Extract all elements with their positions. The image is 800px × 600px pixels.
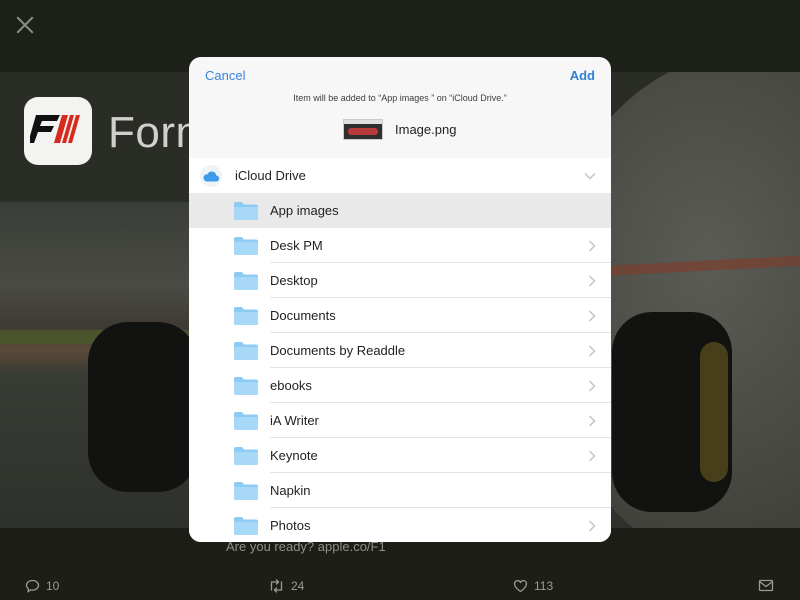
folder-icon: [234, 517, 258, 535]
folder-label: Documents: [270, 308, 336, 323]
folder-icon: [234, 482, 258, 500]
folder-label: Napkin: [270, 483, 311, 498]
cancel-button[interactable]: Cancel: [205, 68, 245, 83]
folder-row-desktop[interactable]: Desktop: [189, 263, 611, 298]
folder-label: Desk PM: [270, 238, 323, 253]
folder-row-documents[interactable]: Documents: [189, 298, 611, 333]
direct-message-button[interactable]: [758, 579, 780, 592]
folder-label: Photos: [270, 518, 311, 533]
reply-count: 10: [46, 579, 60, 593]
chevron-right-icon: [588, 345, 596, 357]
folder-label: Keynote: [270, 448, 318, 463]
folder-label: Documents by Readdle: [270, 343, 406, 358]
folder-icon: [234, 202, 258, 220]
folder-row-photos[interactable]: Photos: [189, 508, 611, 542]
folder-label: App images: [270, 203, 339, 218]
chevron-down-icon: [584, 172, 596, 180]
chevron-right-icon: [588, 240, 596, 252]
add-to-icloud-sheet: Cancel Add Item will be added to “App im…: [189, 57, 611, 542]
folder-icon: [234, 237, 258, 255]
chevron-right-icon: [588, 380, 596, 392]
retweet-icon: [270, 579, 283, 593]
folder-icon: [234, 447, 258, 465]
chevron-right-icon: [588, 310, 596, 322]
folder-icon: [234, 342, 258, 360]
image-thumbnail: [343, 119, 383, 140]
folder-icon: [234, 272, 258, 290]
close-icon[interactable]: [14, 14, 36, 36]
like-button[interactable]: 113: [513, 579, 553, 593]
reply-icon: [25, 579, 40, 593]
file-preview: Image.png: [343, 119, 456, 140]
chevron-right-icon: [588, 450, 596, 462]
reply-button[interactable]: 10: [25, 579, 59, 593]
mail-icon: [758, 579, 774, 592]
folder-row-keynote[interactable]: Keynote: [189, 438, 611, 473]
chevron-right-icon: [588, 520, 596, 532]
folder-icon: [234, 377, 258, 395]
icloud-drive-row[interactable]: iCloud Drive: [189, 158, 611, 193]
chevron-right-icon: [588, 275, 596, 287]
folder-row-ia-writer[interactable]: iA Writer: [189, 403, 611, 438]
chevron-right-icon: [588, 415, 596, 427]
destination-message: Item will be added to “App images ” on “…: [293, 93, 507, 103]
folder-label: ebooks: [270, 378, 312, 393]
file-name: Image.png: [395, 122, 457, 137]
folder-icon: [234, 412, 258, 430]
folder-row-ebooks[interactable]: ebooks: [189, 368, 611, 403]
retweet-count: 24: [291, 579, 305, 593]
folder-list: iCloud Drive App images Desk PM Desktop …: [189, 158, 611, 542]
retweet-button[interactable]: 24: [268, 579, 304, 593]
heart-icon: [513, 579, 528, 593]
tweet-actions: 10 24 113: [0, 575, 800, 600]
folder-label: Desktop: [270, 273, 318, 288]
folder-row-documents-by-readdle[interactable]: Documents by Readdle: [189, 333, 611, 368]
icloud-icon: [200, 165, 222, 187]
add-button[interactable]: Add: [570, 68, 595, 83]
folder-icon: [234, 307, 258, 325]
root-label: iCloud Drive: [235, 168, 306, 183]
like-count: 113: [534, 579, 554, 593]
folder-label: iA Writer: [270, 413, 319, 428]
folder-row-napkin[interactable]: Napkin: [189, 473, 611, 508]
f1-app-logo: [24, 97, 92, 165]
folder-row-app-images[interactable]: App images: [189, 193, 611, 228]
folder-row-desk-pm[interactable]: Desk PM: [189, 228, 611, 263]
